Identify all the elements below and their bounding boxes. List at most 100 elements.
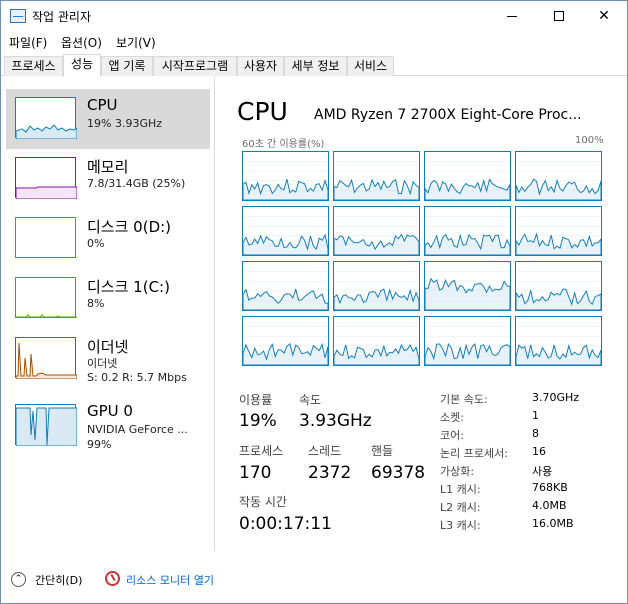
resource-disk-0-detail: 0%	[87, 237, 105, 250]
title-bar[interactable]: 작업 관리자 ✕	[1, 1, 627, 31]
open-resource-monitor-link[interactable]: 리소스 모니터 열기	[126, 572, 214, 588]
minimize-icon	[507, 15, 517, 17]
tab-startup[interactable]: 시작프로그램	[153, 56, 237, 76]
tab-bar: 프로세스 성능 앱 기록 시작프로그램 사용자 세부 정보 서비스	[1, 54, 627, 77]
logical-processor-graph	[242, 151, 329, 201]
spec-label: 코어:	[440, 429, 464, 442]
graph-label-max: 100%	[575, 135, 604, 146]
spec-value: 4.0MB	[532, 499, 567, 512]
usage-label: 이용률	[239, 393, 273, 407]
usage-value: 19%	[239, 411, 277, 431]
resource-memory-title: 메모리	[87, 158, 129, 176]
uptime-value: 0:00:17:11	[239, 514, 332, 534]
spec-value: 768KB	[532, 481, 568, 494]
resource-memory-detail: 7.8/31.4GB (25%)	[87, 177, 186, 190]
spec-value: 3.70GHz	[532, 391, 580, 404]
logical-processor-graph	[333, 261, 420, 311]
logical-processor-graph	[333, 206, 420, 256]
maximize-button[interactable]	[536, 1, 582, 31]
fewer-details-link[interactable]: 간단히(D)	[35, 572, 82, 588]
resource-gpu-name: NVIDIA GeForce ...	[87, 423, 188, 436]
close-icon: ✕	[598, 8, 610, 24]
menu-bar: 파일(F) 옵션(O) 보기(V)	[1, 31, 627, 53]
resource-cpu[interactable]: CPU 19% 3.93GHz	[6, 89, 210, 149]
logical-processor-graph	[515, 316, 602, 366]
logical-processor-graph	[515, 206, 602, 256]
gpu-thumbnail-graph	[15, 404, 78, 447]
logical-processor-graph	[424, 206, 511, 256]
collapse-arrow-icon[interactable]: ⌃	[11, 572, 26, 587]
spec-value: 16	[532, 445, 546, 458]
resource-disk-0[interactable]: 디스크 0(D:) 0%	[6, 209, 210, 269]
resource-cpu-detail: 19% 3.93GHz	[87, 117, 163, 130]
spec-label: 기본 속도:	[440, 393, 488, 406]
logical-processor-graph	[242, 316, 329, 366]
graph-label-time: 60초 간 이용률(%)	[242, 139, 325, 150]
logical-processor-graph	[242, 261, 329, 311]
logical-processor-graph	[333, 316, 420, 366]
logical-processor-graph	[424, 261, 511, 311]
handles-value: 69378	[371, 463, 426, 483]
detail-title: CPU	[237, 97, 288, 126]
speed-label: 속도	[299, 393, 322, 407]
window-title: 작업 관리자	[32, 10, 92, 24]
resource-disk-1-detail: 8%	[87, 297, 105, 310]
spec-label: 가상화:	[440, 465, 475, 478]
resource-disk-1[interactable]: 디스크 1(C:) 8%	[6, 269, 210, 329]
logical-processor-graph	[424, 316, 511, 366]
cpu-model-name: AMD Ryzen 7 2700X Eight-Core Proc...	[314, 107, 582, 123]
cpu-thumbnail-graph	[15, 97, 78, 140]
logical-processor-graph	[515, 261, 602, 311]
spec-label: L3 캐시:	[440, 519, 481, 532]
threads-value: 2372	[308, 463, 352, 483]
resource-memory[interactable]: 메모리 7.8/31.4GB (25%)	[6, 149, 210, 209]
resource-ethernet[interactable]: 이더넷 이더넷 S: 0.2 R: 5.7 Mbps	[6, 329, 210, 389]
menu-file[interactable]: 파일(F)	[9, 34, 47, 51]
close-button[interactable]: ✕	[581, 1, 627, 31]
spec-label: 논리 프로세서:	[440, 447, 508, 460]
cpu-detail-panel: CPU AMD Ryzen 7 2700X Eight-Core Proc...…	[216, 77, 627, 551]
resource-ethernet-title: 이더넷	[87, 338, 129, 356]
tab-processes[interactable]: 프로세스	[4, 56, 63, 76]
ethernet-thumbnail-graph	[15, 337, 78, 380]
minimize-button[interactable]	[489, 1, 535, 31]
spec-label: L2 캐시:	[440, 501, 481, 514]
tab-app-history[interactable]: 앱 기록	[101, 56, 153, 76]
uptime-label: 작동 시간	[239, 495, 287, 509]
spec-value: 사용	[532, 465, 553, 478]
logical-processor-graph	[333, 151, 420, 201]
threads-label: 스레드	[308, 444, 342, 458]
resource-gpu-usage: 99%	[87, 438, 112, 451]
resource-ethernet-name: 이더넷	[87, 357, 118, 370]
disk0-thumbnail-graph	[15, 217, 76, 258]
resource-cpu-title: CPU	[87, 96, 118, 114]
resource-gpu-title: GPU 0	[87, 402, 133, 420]
logical-processor-graph	[242, 206, 329, 256]
resource-disk-0-title: 디스크 0(D:)	[87, 218, 172, 236]
logical-processor-graph	[515, 151, 602, 201]
spec-label: L1 캐시:	[440, 483, 481, 496]
processes-value: 170	[239, 463, 272, 483]
menu-options[interactable]: 옵션(O)	[61, 34, 102, 51]
menu-view[interactable]: 보기(V)	[116, 34, 156, 51]
tab-performance[interactable]: 성능	[63, 54, 101, 77]
task-manager-window: 작업 관리자 ✕ 파일(F) 옵션(O) 보기(V) 프로세스 성능 앱 기록 …	[0, 0, 628, 604]
maximize-icon	[554, 11, 564, 21]
tab-services[interactable]: 서비스	[347, 56, 394, 76]
handles-label: 핸들	[371, 444, 394, 458]
spec-value: 1	[532, 409, 539, 422]
memory-thumbnail-graph	[15, 157, 78, 200]
resource-ethernet-throughput: S: 0.2 R: 5.7 Mbps	[87, 371, 187, 384]
tab-users[interactable]: 사용자	[237, 56, 284, 76]
resource-disk-1-title: 디스크 1(C:)	[87, 278, 170, 296]
spec-value: 16.0MB	[532, 517, 574, 530]
spec-value: 8	[532, 427, 539, 440]
spec-label: 소켓:	[440, 411, 464, 424]
disk1-thumbnail-graph	[15, 277, 77, 318]
processes-label: 프로세스	[239, 444, 284, 458]
resource-gpu-0[interactable]: GPU 0 NVIDIA GeForce ... 99%	[6, 395, 210, 455]
resource-list: CPU 19% 3.93GHz 메모리 7.8/31.4GB (25%) 디스크…	[1, 77, 215, 551]
task-manager-icon	[10, 9, 26, 23]
tab-details[interactable]: 세부 정보	[284, 56, 347, 76]
speed-value: 3.93GHz	[299, 411, 372, 431]
